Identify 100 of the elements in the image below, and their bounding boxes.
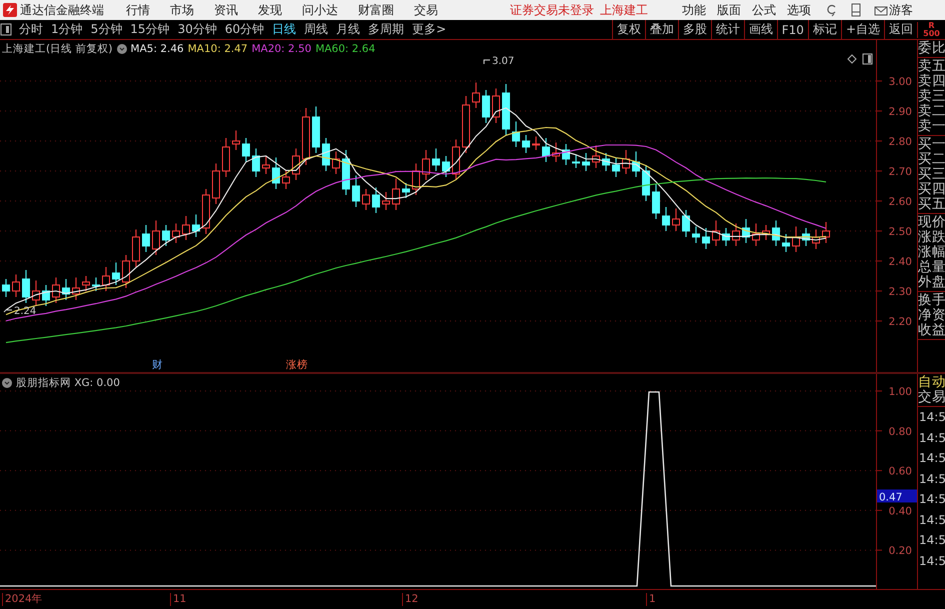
period-tab[interactable]: 月线 <box>333 21 364 38</box>
axis-label: 3.00 <box>888 76 912 88</box>
axis-label: 2.70 <box>888 166 912 178</box>
candlestick <box>762 224 770 240</box>
menu-item[interactable]: 问小达 <box>302 2 338 18</box>
candlestick <box>202 188 210 234</box>
quote-field-label: 买三 <box>918 167 945 182</box>
candlestick <box>352 175 360 208</box>
candlestick <box>312 106 320 154</box>
period-tab[interactable]: 周线 <box>301 21 332 38</box>
dropdown-icon[interactable] <box>2 378 12 388</box>
candlestick <box>512 121 520 148</box>
chart-title: 上海建工(日线 前复权) <box>2 42 113 56</box>
candlestick <box>382 192 390 210</box>
axis-label: 2.40 <box>888 256 912 268</box>
period-tab[interactable]: 5分钟 <box>88 21 126 38</box>
candlestick <box>32 280 40 306</box>
period-tab[interactable]: 15分钟 <box>127 21 173 38</box>
candlestick <box>252 148 260 178</box>
diamond-icon[interactable] <box>848 55 856 63</box>
moving-average-value: MA5: 2.46 <box>130 43 184 55</box>
candlestick <box>812 229 820 250</box>
menu-item[interactable]: 财富圈 <box>358 2 394 18</box>
user-name[interactable]: 游客 <box>889 2 913 18</box>
candlestick <box>162 224 170 246</box>
period-tab[interactable]: 60分钟 <box>222 21 268 38</box>
candlestick <box>592 145 600 168</box>
candlestick <box>502 84 510 136</box>
high-price-label: 3.07 <box>484 56 514 67</box>
candlestick <box>532 136 540 150</box>
toolbar-button[interactable]: 返回 <box>884 20 917 39</box>
dropdown-icon[interactable] <box>116 44 127 54</box>
date-label: 2024年 <box>2 593 43 606</box>
candlestick <box>242 138 250 162</box>
toolbar-button[interactable]: 叠加 <box>644 20 678 39</box>
candlestick <box>432 148 440 172</box>
candlestick <box>332 151 340 174</box>
period-tab[interactable]: 更多> <box>409 21 450 38</box>
toolbar-button[interactable]: F10 <box>776 20 808 39</box>
candlestick <box>152 220 160 256</box>
toolbar-button[interactable]: +自选 <box>840 20 884 39</box>
axis-label: 2.90 <box>888 106 912 118</box>
panel-toggle-icon[interactable] <box>0 23 12 36</box>
candlestick <box>672 208 680 232</box>
mode-tab[interactable]: 交易 <box>918 390 945 405</box>
menu-item[interactable]: 资讯 <box>214 2 238 18</box>
candlestick <box>472 82 480 108</box>
menu-item[interactable]: 选项 <box>787 2 811 18</box>
axis-label: 0.20 <box>888 545 912 558</box>
axis-label: 0.40 <box>888 505 912 518</box>
candlestick <box>342 150 350 196</box>
moving-average-value: MA10: 2.47 <box>188 43 248 55</box>
axis-label: 0.80 <box>888 426 912 438</box>
trade-time: 14:5 <box>918 552 945 570</box>
toolbar-button[interactable]: 画线 <box>744 20 777 39</box>
menu-item[interactable]: 公式 <box>752 2 776 18</box>
candlestick <box>172 223 180 244</box>
candlestick <box>642 164 650 202</box>
menu-item[interactable]: 发现 <box>258 2 282 18</box>
candlestick <box>272 157 280 190</box>
candlestick <box>52 277 60 304</box>
candlestick <box>22 270 30 304</box>
candlestick <box>662 206 670 232</box>
trade-time: 14:5 <box>918 450 945 467</box>
candlestick <box>552 142 560 162</box>
login-status[interactable]: 证券交易未登录 <box>510 2 594 18</box>
phone-icon[interactable] <box>849 3 863 17</box>
menu-item[interactable]: 版面 <box>717 2 741 18</box>
toolbar-button[interactable]: 多股 <box>678 20 711 39</box>
moving-average-value: MA60: 2.64 <box>315 43 376 55</box>
toolbar-button[interactable]: 复权 <box>612 20 645 39</box>
period-tab[interactable]: 多周期 <box>365 21 408 38</box>
candlestick <box>652 184 660 220</box>
toolbar-button[interactable]: 标记 <box>808 20 841 39</box>
candlestick <box>42 284 50 306</box>
period-tab[interactable]: 1分钟 <box>48 21 86 38</box>
period-tab[interactable]: 分时 <box>16 21 46 38</box>
candlestick <box>632 151 640 178</box>
period-tab[interactable]: 日线 <box>269 21 300 38</box>
stock-name: 上海建工 <box>600 2 648 18</box>
menu-item[interactable]: 行情 <box>126 2 150 18</box>
axis-label: 0.60 <box>888 466 912 478</box>
candlestick <box>612 157 620 178</box>
candlestick <box>442 156 450 178</box>
mode-tab[interactable]: 自动 <box>918 375 945 390</box>
menu-item[interactable]: 市场 <box>170 2 194 18</box>
menu-item[interactable]: 功能 <box>682 2 706 18</box>
period-tab[interactable]: 30分钟 <box>174 21 220 38</box>
candlestick <box>322 138 330 172</box>
candlestick <box>422 150 430 180</box>
panel-toggle-icon[interactable] <box>863 54 872 64</box>
menu-item[interactable]: 交易 <box>414 2 438 18</box>
date-label: 11 <box>170 593 186 606</box>
candlestick <box>62 278 70 300</box>
quote-field-label: 卖一 <box>918 119 945 134</box>
trade-time: 14:5 <box>918 491 945 508</box>
candlestick <box>702 228 710 250</box>
candlestick <box>522 134 530 154</box>
quote-field-label: 卖二 <box>918 104 945 119</box>
toolbar-button[interactable]: 统计 <box>710 20 744 39</box>
